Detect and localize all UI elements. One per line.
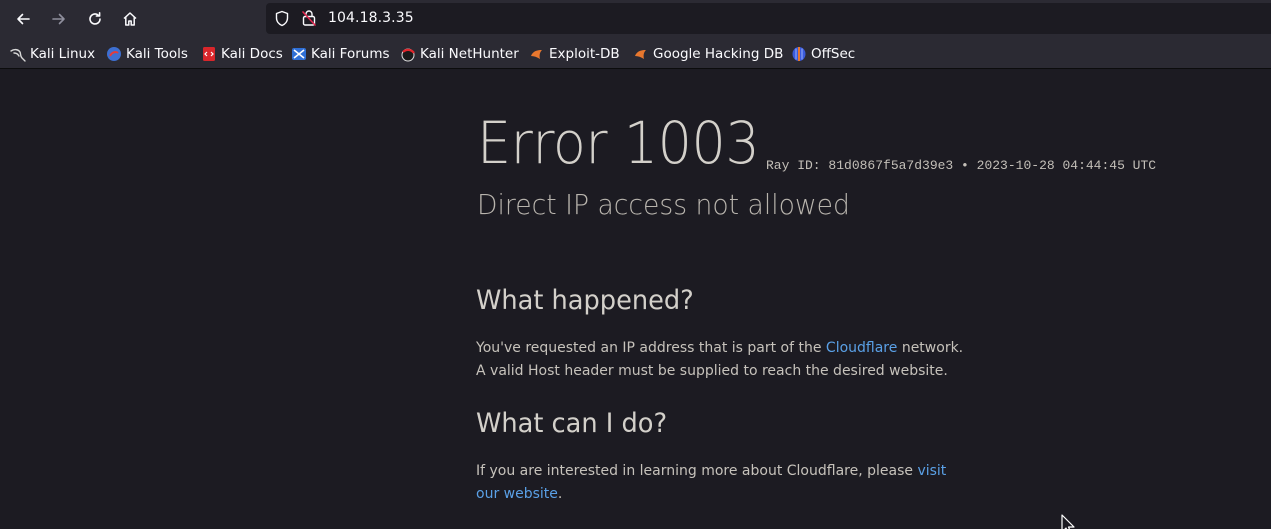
what-happened-text: You've requested an IP address that is p… bbox=[476, 337, 966, 382]
bookmark-label: Exploit-DB bbox=[549, 46, 620, 62]
kali-dragon-icon bbox=[10, 46, 26, 62]
exploit-db-icon bbox=[529, 46, 545, 62]
error-subtitle: Direct IP access not allowed bbox=[477, 188, 850, 221]
bookmark-label: Kali Forums bbox=[311, 46, 390, 62]
page-content: Error 1003 Ray ID: 81d0867f5a7d39e3 • 20… bbox=[0, 69, 1271, 529]
bookmark-label: Google Hacking DB bbox=[653, 46, 784, 62]
tracking-protection-shield-icon[interactable] bbox=[274, 10, 290, 27]
reload-icon bbox=[89, 12, 101, 25]
bookmarks-toolbar: Kali Linux Kali Tools Kali Docs Kali For… bbox=[0, 37, 1271, 69]
bookmark-label: OffSec bbox=[811, 46, 856, 62]
bookmark-google-hacking-db[interactable]: Google Hacking DB bbox=[633, 45, 783, 63]
back-button[interactable] bbox=[10, 6, 36, 32]
error-timestamp: 2023-10-28 04:44:45 UTC bbox=[976, 158, 1157, 173]
what-can-i-do-text: If you are interested in learning more a… bbox=[476, 460, 966, 505]
ghdb-icon bbox=[633, 46, 649, 62]
navigation-toolbar: 104.18.3.35 bbox=[0, 0, 1271, 37]
forward-arrow-icon bbox=[52, 13, 65, 25]
bookmark-kali-docs[interactable]: Kali Docs bbox=[201, 45, 283, 63]
offsec-icon bbox=[791, 46, 807, 62]
kali-forums-icon bbox=[291, 46, 307, 62]
kali-nethunter-icon bbox=[400, 46, 416, 62]
what-happened-text-start: You've requested an IP address that is p… bbox=[476, 340, 826, 356]
back-arrow-icon bbox=[17, 13, 30, 25]
kali-docs-icon bbox=[201, 46, 217, 62]
ray-id-line: Ray ID: 81d0867f5a7d39e3 • 2023-10-28 04… bbox=[766, 158, 1156, 173]
cloudflare-link[interactable]: Cloudflare bbox=[826, 340, 897, 356]
bookmark-label: Kali NetHunter bbox=[420, 46, 519, 62]
home-button[interactable] bbox=[117, 6, 143, 32]
home-icon bbox=[123, 12, 137, 26]
bookmark-label: Kali Tools bbox=[126, 46, 188, 62]
what-can-i-do-heading: What can I do? bbox=[476, 408, 668, 439]
what-can-i-do-text-start: If you are interested in learning more a… bbox=[476, 463, 918, 479]
bookmark-exploit-db[interactable]: Exploit-DB bbox=[529, 45, 620, 63]
insecure-lock-icon[interactable] bbox=[301, 9, 317, 27]
kali-tools-icon bbox=[106, 46, 122, 62]
bookmark-kali-nethunter[interactable]: Kali NetHunter bbox=[400, 45, 519, 63]
bookmark-kali-linux[interactable]: Kali Linux bbox=[10, 45, 95, 63]
reload-button[interactable] bbox=[82, 6, 108, 32]
error-title: Error 1003 bbox=[477, 109, 760, 177]
url-text[interactable]: 104.18.3.35 bbox=[328, 10, 414, 26]
mouse-pointer-icon bbox=[1061, 514, 1075, 529]
ray-id: Ray ID: 81d0867f5a7d39e3 • bbox=[766, 158, 969, 173]
forward-button[interactable] bbox=[46, 6, 72, 32]
bookmark-kali-tools[interactable]: Kali Tools bbox=[106, 45, 188, 63]
bookmark-label: Kali Docs bbox=[221, 46, 283, 62]
bookmark-offsec[interactable]: OffSec bbox=[791, 45, 855, 63]
what-can-i-do-text-end: . bbox=[557, 485, 563, 502]
url-bar[interactable]: 104.18.3.35 bbox=[266, 3, 1271, 34]
bookmark-kali-forums[interactable]: Kali Forums bbox=[291, 45, 390, 63]
bookmark-label: Kali Linux bbox=[30, 46, 96, 62]
what-happened-heading: What happened? bbox=[476, 285, 694, 316]
browser-window: 104.18.3.35 Kali Linux Kali Tools Kali D… bbox=[0, 0, 1271, 529]
